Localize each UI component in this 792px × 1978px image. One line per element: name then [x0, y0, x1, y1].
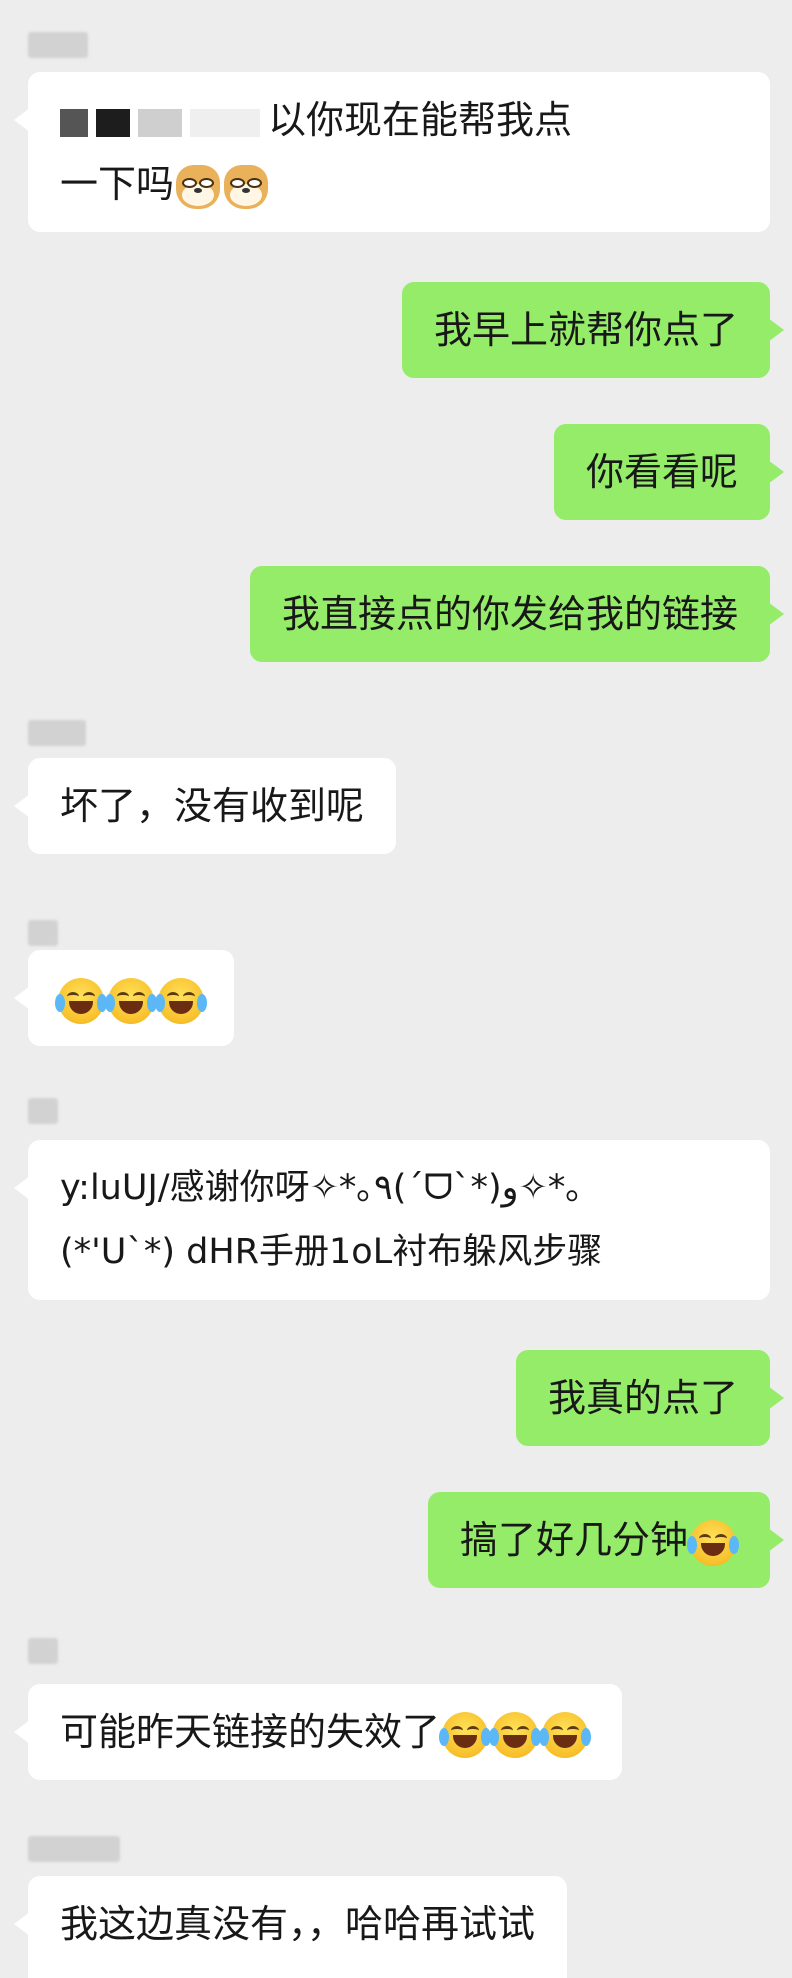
- message-incoming[interactable]: 可能昨天链接的失效了: [13, 1684, 623, 1780]
- message-incoming[interactable]: [14, 950, 234, 1046]
- message-line: 一下吗: [60, 152, 738, 216]
- message-text: 我这边真没有，，哈哈再试试: [60, 1902, 536, 1946]
- message-text: 我早上就帮你点了: [433, 308, 738, 352]
- message-outgoing[interactable]: 我真的点了: [515, 1350, 785, 1446]
- laughing-crying-emoji-icon: [439, 1711, 492, 1758]
- sender-name-redacted: [28, 32, 88, 58]
- sender-name-redacted: [28, 1836, 120, 1862]
- laughing-crying-emoji-icon: [155, 977, 207, 1024]
- message-incoming[interactable]: y:luUJ/感谢你呀✧*｡٩(ˊᗜˋ*)و✧*｡ (*'U`*) dHR手册1…: [14, 1140, 770, 1300]
- laughing-crying-emoji-icon: [687, 1519, 739, 1566]
- doge-emoji-icon: [176, 164, 221, 209]
- redaction-block: [138, 108, 182, 137]
- sender-name-redacted: [28, 920, 58, 946]
- message-outgoing[interactable]: 我直接点的你发给我的链接: [249, 566, 785, 662]
- laughing-crying-emoji-icon: [55, 977, 107, 1024]
- redaction-block: [190, 108, 260, 137]
- message-text: 可能昨天链接的失效了: [60, 1710, 441, 1754]
- message-incoming[interactable]: 坏了，没有收到呢: [13, 758, 397, 854]
- message-text: 坏了，没有收到呢: [60, 784, 365, 828]
- message-text: 一下吗: [60, 162, 175, 206]
- message-line: (*'U`*) dHR手册1oL衬布躲风步骤: [60, 1232, 603, 1272]
- laughing-crying-emoji-icon: [489, 1711, 542, 1758]
- message-text: 我真的点了: [547, 1376, 738, 1420]
- message-outgoing[interactable]: 你看看呢: [553, 424, 785, 520]
- laughing-crying-emoji-icon: [105, 977, 157, 1024]
- message-text: 我直接点的你发给我的链接: [281, 592, 738, 636]
- message-outgoing[interactable]: 我早上就帮你点了: [401, 282, 785, 378]
- message-line: y:luUJ/感谢你呀✧*｡٩(ˊᗜˋ*)و✧*｡: [60, 1168, 583, 1208]
- laughing-crying-emoji-icon: [539, 1711, 592, 1758]
- doge-emoji-icon: [224, 164, 269, 209]
- sender-name-redacted: [28, 1638, 58, 1664]
- sender-name-redacted: [28, 720, 86, 746]
- message-incoming[interactable]: 我这边真没有，，哈哈再试试: [13, 1876, 568, 1978]
- message-incoming[interactable]: 以你现在能帮我点 一下吗: [14, 72, 770, 232]
- redaction-block: [96, 108, 130, 137]
- message-text: 以你现在能帮我点: [268, 98, 573, 142]
- message-text: 你看看呢: [585, 450, 738, 494]
- redaction-block: [60, 108, 88, 137]
- message-text: 搞了好几分钟: [459, 1518, 688, 1562]
- sender-name-redacted: [28, 1098, 58, 1124]
- message-line: 以你现在能帮我点: [60, 88, 738, 152]
- message-outgoing[interactable]: 搞了好几分钟: [427, 1492, 785, 1588]
